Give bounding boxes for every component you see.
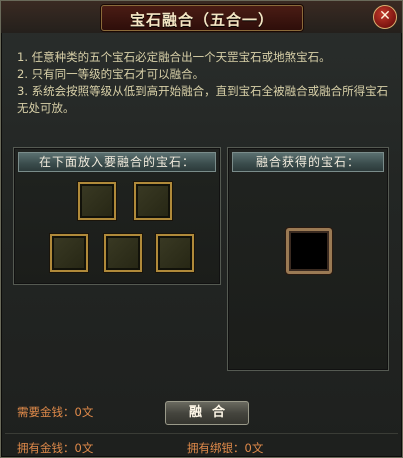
- title-plate: 宝石融合（五合一）: [101, 5, 303, 31]
- output-gems-panel: 融合获得的宝石：: [227, 147, 389, 371]
- close-icon: ✕: [379, 8, 391, 24]
- owned-money-value: 0文: [74, 441, 94, 455]
- owned-bound-silver: 拥有绑银：0文: [187, 440, 263, 456]
- owned-bound-silver-label: 拥有绑银：: [187, 441, 245, 455]
- gem-fusion-window: 宝石融合（五合一） ✕ 1. 任意种类的五个宝石必定融合出一个天罡宝石或地煞宝石…: [0, 0, 403, 458]
- required-money-value: 0文: [74, 405, 94, 419]
- gem-input-slot-5[interactable]: [156, 234, 194, 272]
- output-panel-header: 融合获得的宝石：: [232, 152, 384, 172]
- input-gems-panel: 在下面放入要融合的宝石：: [13, 147, 221, 285]
- gem-input-slot-2[interactable]: [134, 182, 172, 220]
- instruction-line: 1. 任意种类的五个宝石必定融合出一个天罡宝石或地煞宝石。: [17, 50, 331, 64]
- gem-output-slot[interactable]: [286, 228, 332, 274]
- close-button[interactable]: ✕: [373, 5, 397, 29]
- gem-input-slot-4[interactable]: [104, 234, 142, 272]
- title-bar[interactable]: 宝石融合（五合一） ✕: [1, 1, 402, 33]
- fuse-button[interactable]: 融合: [165, 401, 249, 425]
- input-panel-header: 在下面放入要融合的宝石：: [18, 152, 216, 172]
- owned-money-label: 拥有金钱：: [17, 441, 75, 455]
- owned-money: 拥有金钱：0文: [17, 440, 93, 456]
- instructions-text: 1. 任意种类的五个宝石必定融合出一个天罡宝石或地煞宝石。 2. 只有同一等级的…: [17, 49, 391, 117]
- footer-divider: [5, 433, 398, 434]
- window-title: 宝石融合（五合一）: [129, 11, 274, 29]
- instruction-line: 2. 只有同一等级的宝石才可以融合。: [17, 67, 205, 81]
- gem-input-slot-1[interactable]: [78, 182, 116, 220]
- instruction-line: 3. 系统会按照等级从低到高开始融合，直到宝石全被融合或融合所得宝石无处可放。: [17, 84, 389, 115]
- owned-bound-silver-value: 0文: [244, 441, 264, 455]
- required-money-label: 需要金钱：: [17, 405, 75, 419]
- required-money: 需要金钱：0文: [17, 404, 93, 420]
- gem-input-slot-3[interactable]: [50, 234, 88, 272]
